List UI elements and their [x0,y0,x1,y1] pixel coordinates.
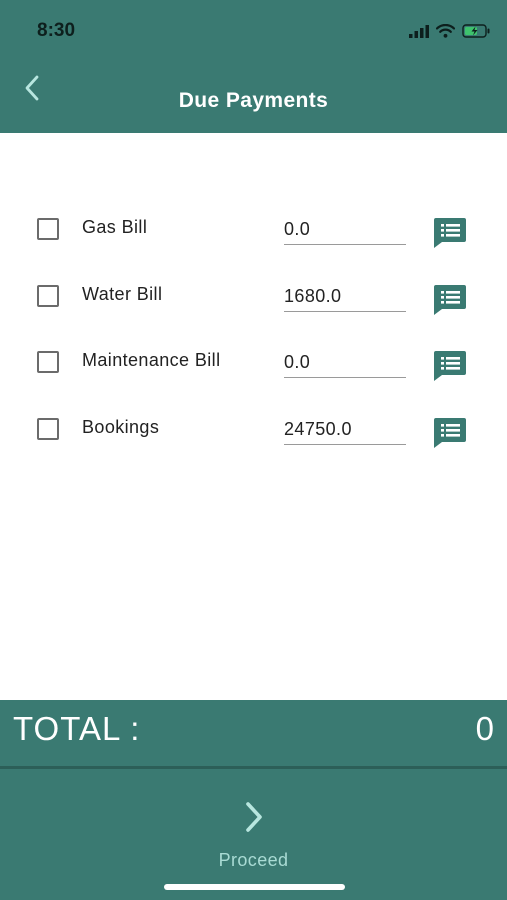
proceed-arrow [238,797,270,837]
maintenance-bill-checkbox[interactable] [37,351,59,373]
home-indicator[interactable] [164,884,345,890]
status-icons [409,22,491,40]
message-list-icon[interactable] [432,350,468,382]
bill-row-water: Water Bill 1680.0 [0,263,507,330]
wifi-icon [436,24,455,38]
total-label: TOTAL : [13,710,141,747]
bookings-amount-field[interactable]: 24750.0 [284,414,406,445]
bill-label: Maintenance Bill [82,350,221,370]
bill-row-maintenance: Maintenance Bill 0.0 [0,329,507,396]
status-time: 8:30 [37,20,76,41]
footer: Proceed [0,769,507,900]
cellular-signal-icon [409,24,429,38]
app-header: 8:30 Due Payments [0,0,507,133]
message-list-icon[interactable] [432,217,468,249]
bookings-checkbox[interactable] [37,417,59,440]
proceed-label: Proceed [218,850,289,870]
bill-row-gas: Gas Bill 0.0 [0,196,507,263]
bill-row-bookings: Bookings 24750.0 [0,396,507,463]
bill-list: Gas Bill 0.0 Water Bill 1680.0 Maintenan… [0,196,507,462]
water-bill-amount-field[interactable]: 1680.0 [284,281,406,312]
bill-label: Gas Bill [82,217,148,237]
gas-bill-checkbox[interactable] [37,218,59,240]
message-list-icon[interactable] [432,284,468,316]
proceed-button[interactable]: Proceed [180,787,327,877]
page-title: Due Payments [178,89,329,112]
gas-bill-amount-field[interactable]: 0.0 [284,214,406,245]
bill-label: Bookings [82,416,160,437]
water-bill-checkbox[interactable] [37,284,59,307]
maintenance-bill-amount-field[interactable]: 0.0 [284,347,406,378]
message-list-icon[interactable] [432,417,468,449]
total-value: 0 [475,710,494,747]
battery-charging-icon [462,24,490,38]
bill-label: Water Bill [82,283,163,304]
chevron-right-icon [246,802,262,832]
total-bar: TOTAL : 0 [0,700,507,766]
